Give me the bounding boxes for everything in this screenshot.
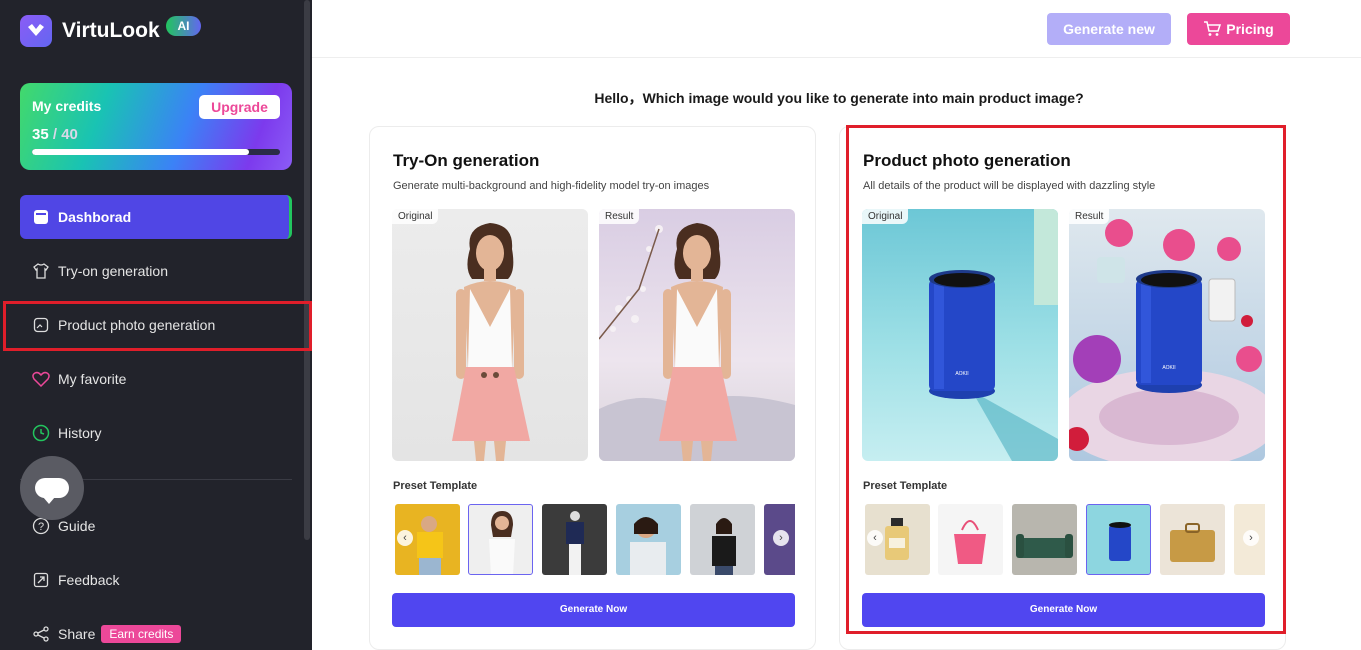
sidebar-item-label: History — [58, 425, 102, 441]
sidebar-item-share[interactable]: Share Earn credits — [20, 612, 292, 650]
product-generate-now-button[interactable]: Generate Now — [862, 593, 1265, 627]
sidebar-item-label: Dashborad — [58, 209, 132, 225]
credits-total: / 40 — [48, 126, 78, 143]
product-template-strip: ‹ › — [863, 502, 1265, 576]
sidebar-item-label: Try-on generation — [58, 263, 168, 279]
logo-icon[interactable] — [20, 15, 52, 47]
photo-icon — [32, 316, 50, 334]
scroll-left-icon[interactable]: ‹ — [867, 530, 883, 546]
sidebar-item-product-photo[interactable]: Product photo generation — [20, 303, 292, 347]
tryon-template-strip: ‹ › — [393, 502, 795, 576]
sidebar-item-favorite[interactable]: My favorite — [20, 357, 292, 401]
ai-badge: AI — [166, 16, 201, 36]
upgrade-button[interactable]: Upgrade — [199, 95, 280, 119]
sidebar-scrollbar[interactable] — [304, 0, 310, 540]
original-tag: Original — [862, 209, 909, 224]
credits-card: My credits 35 / 40 Upgrade — [20, 83, 292, 170]
share-icon — [32, 625, 50, 643]
credits-progress-fill — [32, 149, 249, 155]
sidebar: VirtuLook AI My credits 35 / 40 Upgrade … — [0, 0, 312, 650]
preset-template-label: Preset Template — [393, 480, 478, 492]
tryon-generate-now-button[interactable]: Generate Now — [392, 593, 795, 627]
template-thumb[interactable] — [1012, 504, 1077, 575]
cup-brand-label: AOKII — [1162, 365, 1175, 371]
history-icon — [32, 424, 50, 442]
template-thumb-selected[interactable] — [1086, 504, 1151, 575]
template-thumb[interactable] — [1160, 504, 1225, 575]
product-original-image[interactable]: Original AOKII — [862, 209, 1058, 461]
feedback-icon — [32, 571, 50, 589]
cart-icon — [1204, 21, 1222, 36]
sidebar-item-label: Guide — [58, 518, 96, 534]
tryon-card-subtitle: Generate multi-background and high-fidel… — [393, 180, 710, 192]
pricing-label: Pricing — [1226, 21, 1274, 37]
shirt-icon — [32, 262, 50, 280]
tryon-original-image[interactable]: Original — [392, 209, 588, 461]
preset-template-label: Preset Template — [863, 480, 948, 492]
sidebar-item-feedback[interactable]: Feedback — [20, 558, 292, 602]
tryon-card-title: Try-On generation — [393, 151, 540, 170]
page-heading: Hello，Which image would you like to gene… — [594, 90, 1084, 106]
product-card[interactable]: Product photo generation All details of … — [839, 126, 1286, 650]
result-tag: Result — [1069, 209, 1110, 224]
tryon-card[interactable]: Try-On generation Generate multi-backgro… — [369, 126, 816, 650]
template-thumb[interactable] — [690, 504, 755, 575]
app-name[interactable]: VirtuLook — [62, 19, 160, 43]
earn-credits-badge[interactable]: Earn credits — [101, 625, 182, 643]
product-card-title: Product photo generation — [863, 151, 1071, 170]
svg-text:?: ? — [38, 521, 44, 533]
sidebar-item-dashboard[interactable]: Dashborad — [20, 195, 292, 239]
scroll-right-icon[interactable]: › — [1243, 530, 1259, 546]
result-tag: Result — [599, 209, 640, 224]
scroll-right-icon[interactable]: › — [773, 530, 789, 546]
sidebar-item-label: Share — [58, 626, 96, 642]
pricing-button[interactable]: Pricing — [1187, 13, 1290, 45]
original-tag: Original — [392, 209, 439, 224]
scroll-left-icon[interactable]: ‹ — [397, 530, 413, 546]
dashboard-icon — [32, 208, 50, 226]
chat-icon[interactable] — [20, 456, 84, 520]
credits-title: My credits — [32, 98, 102, 114]
sidebar-item-label: Feedback — [58, 572, 120, 588]
heart-icon — [32, 370, 50, 388]
sidebar-item-label: My favorite — [58, 371, 127, 387]
template-thumb[interactable] — [542, 504, 607, 575]
cup-brand-label: AOKII — [955, 371, 968, 377]
template-thumb[interactable] — [616, 504, 681, 575]
template-thumb-selected[interactable] — [468, 504, 533, 575]
credits-progress-bar — [32, 149, 280, 155]
generate-new-button[interactable]: Generate new — [1047, 13, 1171, 45]
product-result-image[interactable]: Result AOKII — [1069, 209, 1265, 461]
credits-count: 35 / 40 — [32, 126, 78, 143]
tryon-result-image[interactable]: Result — [599, 209, 795, 461]
product-card-subtitle: All details of the product will be displ… — [863, 180, 1156, 192]
sidebar-item-tryon[interactable]: Try-on generation — [20, 249, 292, 293]
credits-used: 35 — [32, 126, 49, 143]
sidebar-item-history[interactable]: History — [20, 411, 292, 455]
template-thumb[interactable] — [938, 504, 1003, 575]
sidebar-item-label: Product photo generation — [58, 317, 216, 333]
